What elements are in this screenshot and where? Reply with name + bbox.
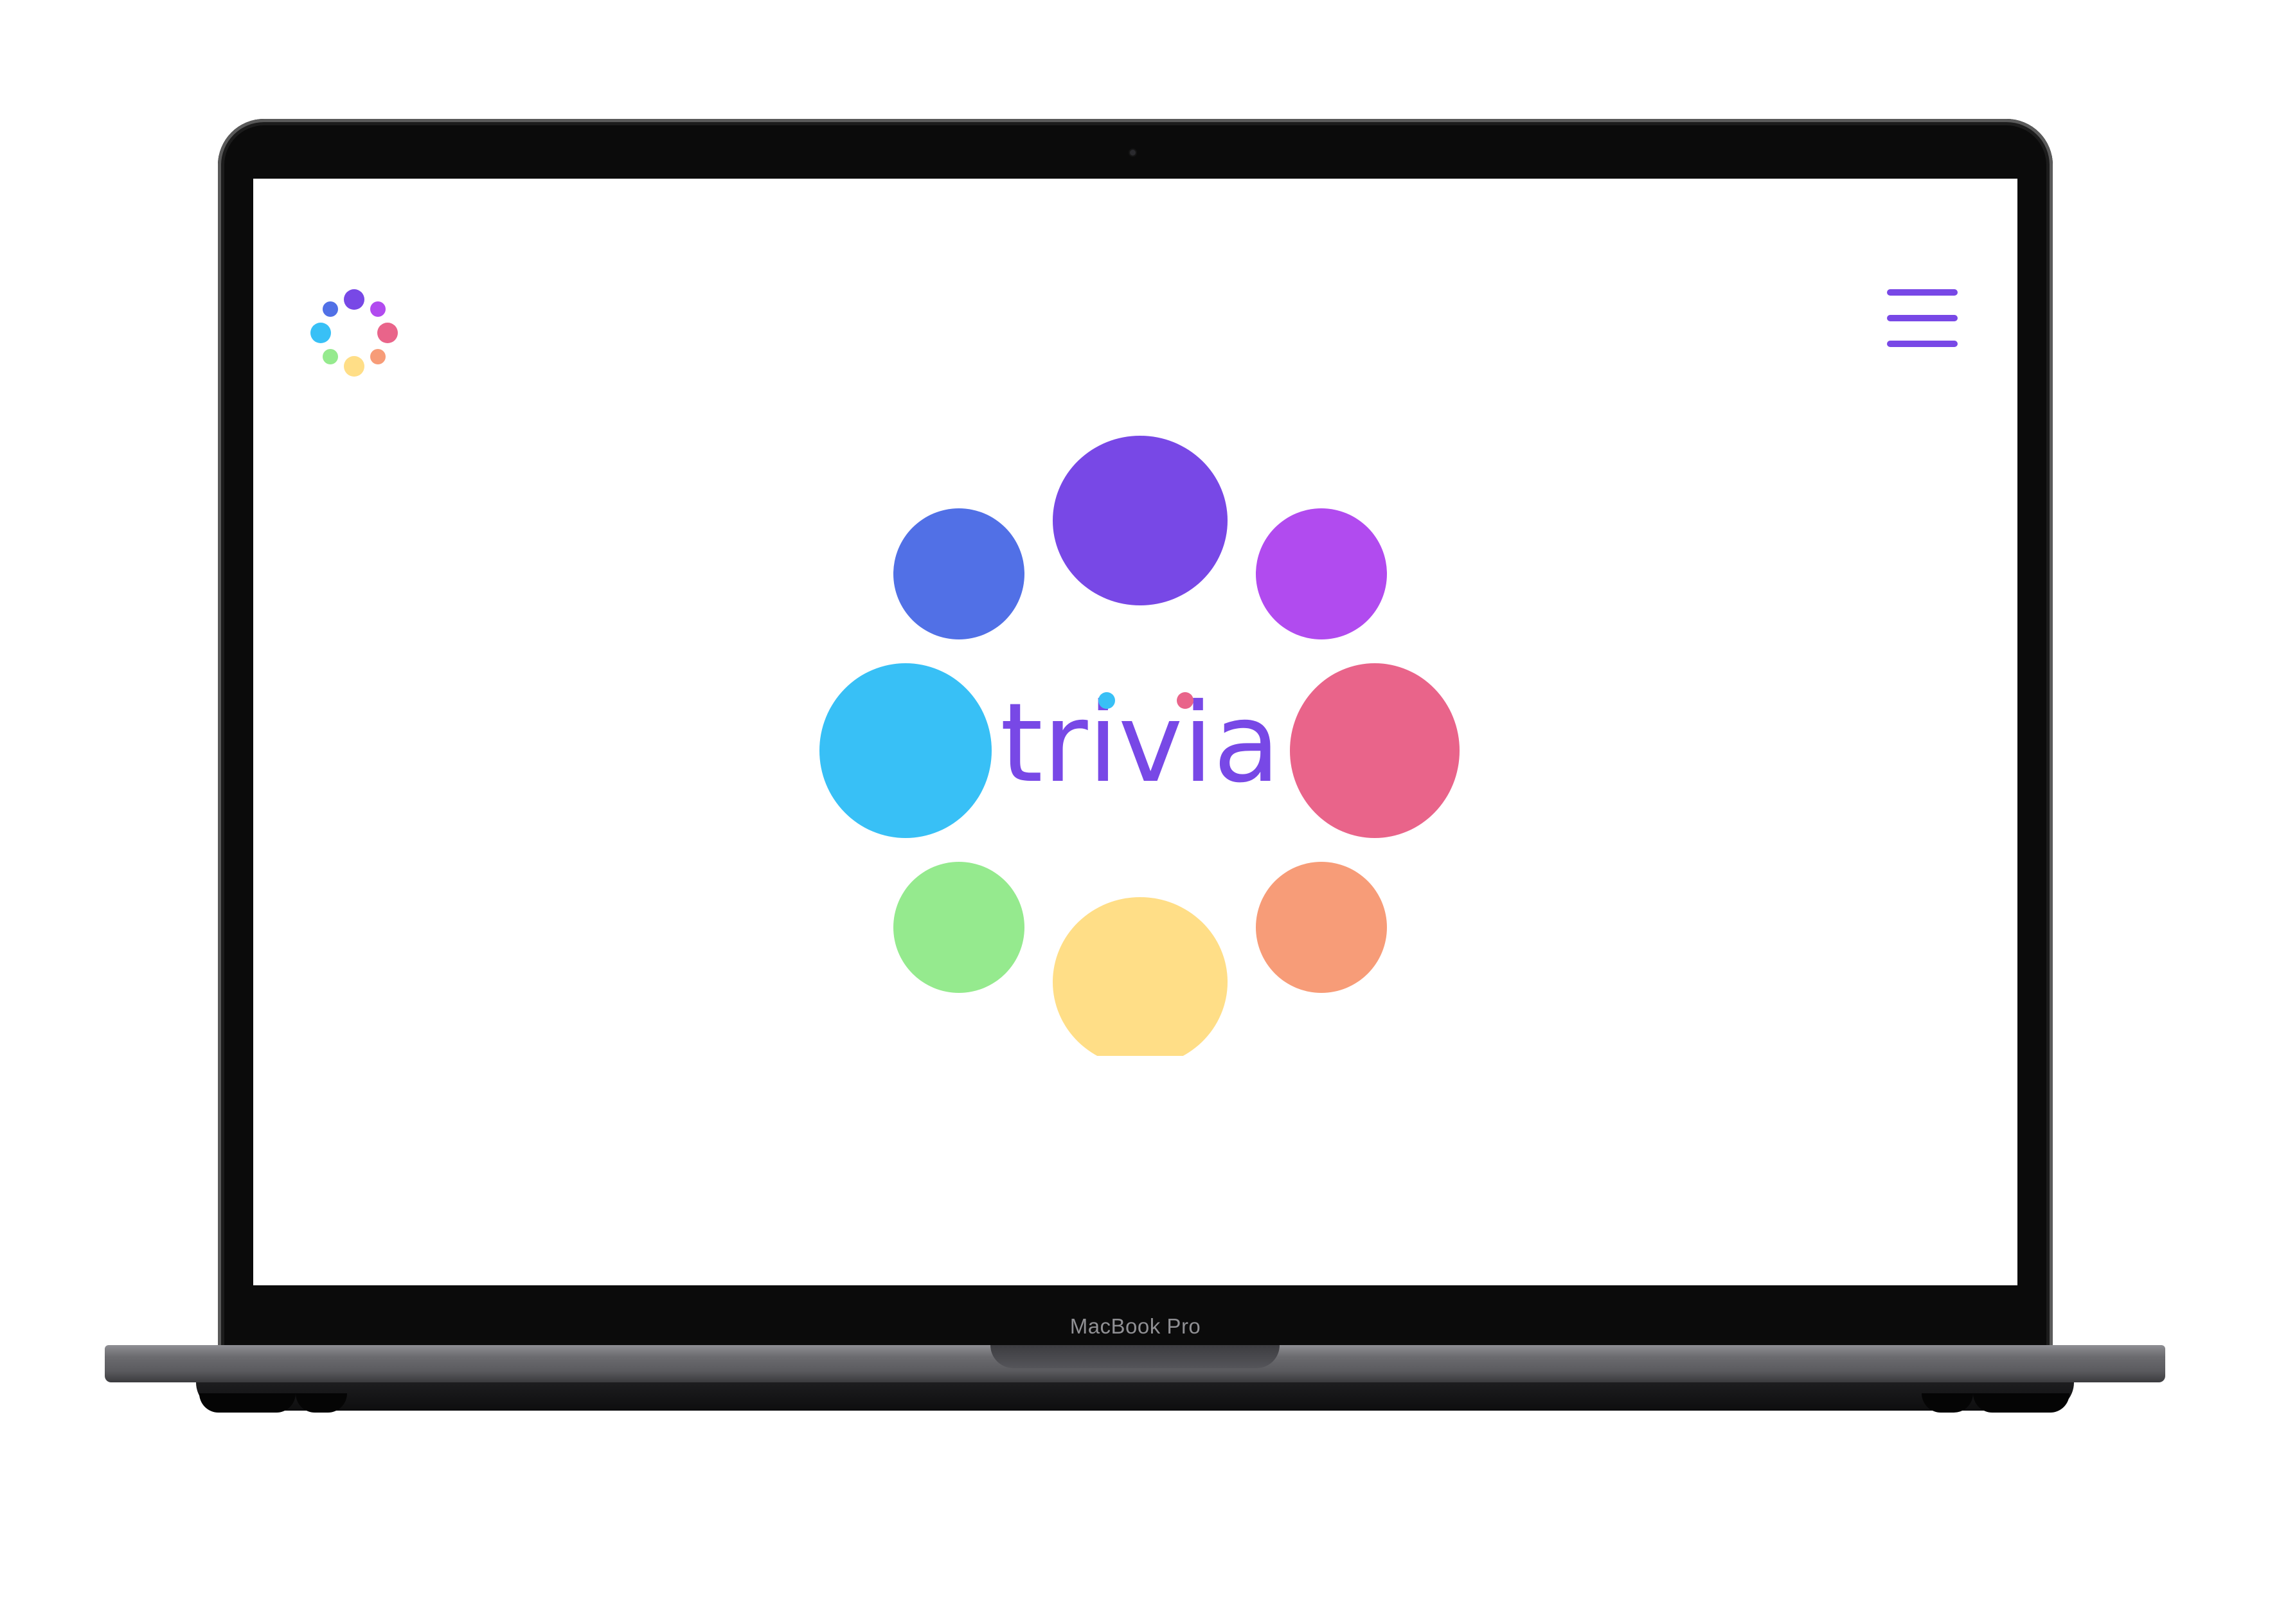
menu-bar-middle [1887, 315, 1958, 321]
hero-dot-yellow [1053, 897, 1228, 1056]
wordmark-dot-i1 [1098, 692, 1115, 709]
logo-dot-green [323, 349, 338, 364]
hero-dot-cyan [819, 663, 992, 838]
menu-button[interactable] [1887, 289, 1958, 353]
laptop-base [105, 1345, 2165, 1382]
laptop-foot-right [1973, 1393, 2069, 1413]
logo-dot-blue [323, 301, 338, 317]
menu-bar-top [1887, 289, 1958, 296]
hero-dot-pink [1290, 663, 1460, 838]
hero-dot-green [893, 862, 1024, 993]
camera-icon [1130, 150, 1136, 156]
wordmark-dot-i2 [1177, 692, 1193, 709]
hero-dot-violet [1256, 508, 1387, 639]
wordmark-text: trivia [1000, 680, 1280, 807]
mockup-stage: trivia MacBook Pro [0, 0, 2270, 1624]
logo-dot-purple [344, 289, 364, 310]
app-screen: trivia [253, 179, 2017, 1285]
logo-dot-violet [370, 301, 386, 317]
hero-dot-orange [1256, 862, 1387, 993]
menu-bar-bottom [1887, 341, 1958, 347]
logo-dot-pink [377, 323, 398, 343]
laptop-base-bottom [196, 1382, 2074, 1411]
trivia-hero-logo: trivia [819, 436, 1460, 1056]
lid-notch [990, 1345, 1280, 1368]
trivia-logo-icon[interactable] [310, 289, 398, 377]
laptop-lid: trivia MacBook Pro [218, 119, 2053, 1353]
hero-dot-purple [1053, 436, 1228, 605]
device-label: MacBook Pro [1069, 1314, 1201, 1338]
logo-dot-cyan [310, 323, 331, 343]
logo-dot-orange [370, 349, 386, 364]
laptop-foot-left [199, 1393, 296, 1413]
logo-dot-yellow [344, 356, 364, 377]
hero-dot-blue [893, 508, 1024, 639]
